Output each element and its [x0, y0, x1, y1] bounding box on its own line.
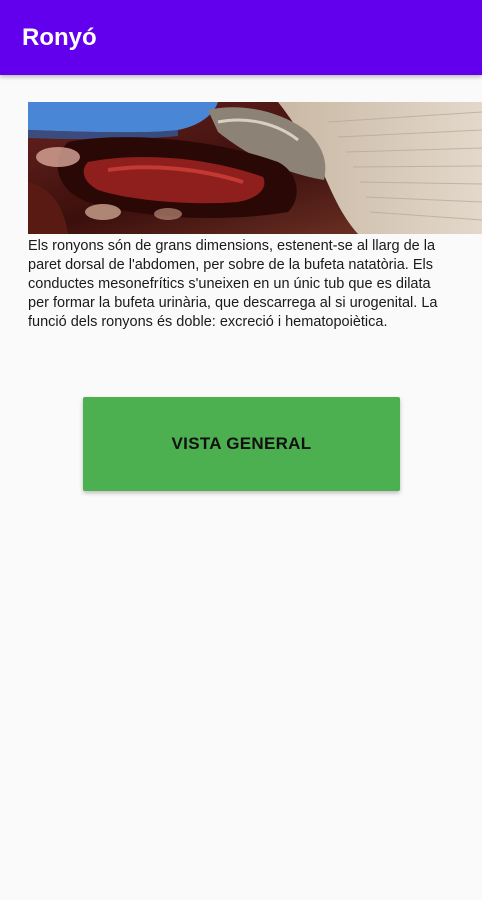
vista-general-button[interactable]: VISTA GENERAL: [83, 397, 400, 491]
page-title: Ronyó: [22, 24, 97, 51]
app-bar: Ronyó: [0, 0, 482, 75]
kidney-dissection-image: [28, 102, 482, 234]
kidney-description: Els ronyons són de grans dimensions, est…: [28, 238, 438, 330]
